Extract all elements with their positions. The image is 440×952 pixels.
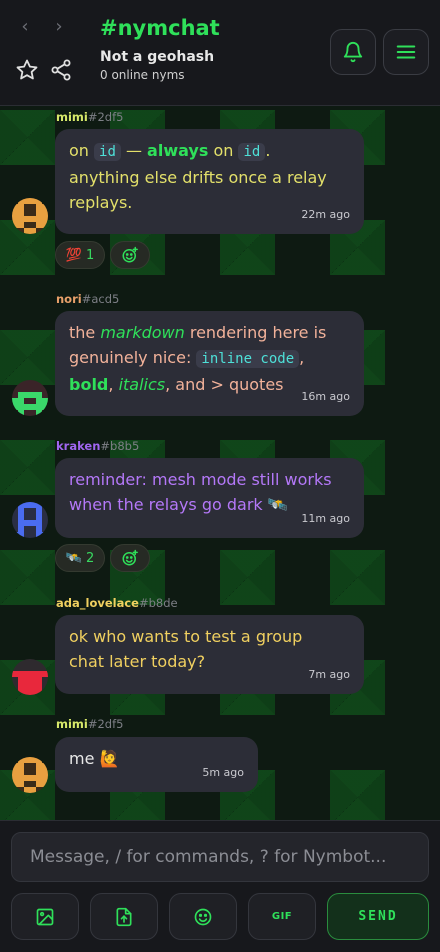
star-icon[interactable] [15, 58, 39, 82]
message-text: anything else drifts once a relay [69, 168, 327, 187]
reaction-count: 1 [86, 247, 95, 263]
reaction-chip[interactable]: 💯 1 [55, 241, 105, 269]
add-reaction-icon [122, 246, 138, 263]
menu-icon [396, 45, 416, 59]
avatar[interactable] [12, 757, 48, 793]
message-bubble[interactable]: reminder: mesh mode still works when the… [55, 458, 364, 538]
message-text: ok who wants to test a group [69, 627, 303, 646]
bell-icon [343, 42, 363, 63]
gif-button[interactable]: GIF [248, 893, 316, 940]
message-timestamp: 7m ago [308, 668, 350, 681]
message-text: on id — always on id. [69, 141, 271, 161]
avatar[interactable] [12, 380, 48, 416]
add-reaction-icon [122, 549, 138, 566]
image-icon [36, 908, 54, 925]
share-icon[interactable] [49, 58, 73, 82]
message-input[interactable] [11, 832, 429, 882]
message-timestamp: 5m ago [202, 766, 244, 779]
avatar[interactable] [12, 198, 48, 234]
add-reaction-button[interactable] [110, 544, 150, 572]
message-author[interactable]: ada_lovelace#b8de [56, 596, 178, 610]
chat-header: ‹ › #nymchat Not a geohash 0 online nyms [0, 0, 440, 106]
channel-title: #nymchat [100, 16, 220, 40]
message-author[interactable]: mimi#2df5 [56, 717, 123, 731]
message-text: the markdown rendering here is [69, 323, 327, 342]
add-reaction-button[interactable] [110, 241, 150, 269]
reaction-emoji: 🛰️ [65, 550, 82, 566]
message-bubble[interactable]: the markdown rendering here is genuinely… [55, 311, 364, 416]
avatar[interactable] [12, 659, 48, 695]
send-button[interactable]: SEND [327, 893, 429, 940]
message-timestamp: 16m ago [301, 390, 350, 403]
message-timestamp: 11m ago [301, 512, 350, 525]
reaction-chip[interactable]: 🛰️ 2 [55, 544, 105, 572]
message-bubble[interactable]: ok who wants to test a group chat later … [55, 615, 364, 694]
message-timestamp: 22m ago [301, 208, 350, 221]
avatar[interactable] [12, 502, 48, 538]
menu-button[interactable] [383, 29, 429, 75]
back-icon[interactable]: ‹ [14, 16, 36, 38]
notifications-button[interactable] [330, 29, 376, 75]
message-bubble[interactable]: on id — always on id. anything else drif… [55, 129, 364, 234]
message-author[interactable]: nori#acd5 [56, 292, 119, 306]
online-count: 0 online nyms [100, 68, 185, 82]
reaction-emoji: 💯 [65, 247, 82, 263]
emoji-icon [194, 908, 212, 925]
forward-icon[interactable]: › [48, 16, 70, 38]
reaction-count: 2 [86, 550, 95, 566]
emoji-button[interactable] [169, 893, 237, 940]
message-author[interactable]: mimi#2df5 [56, 110, 123, 124]
message-bubble[interactable]: me 🙋 5m ago [55, 737, 258, 792]
file-upload-icon [116, 907, 132, 926]
channel-subtitle: Not a geohash [100, 49, 215, 65]
attach-image-button[interactable] [11, 893, 79, 940]
message-text: reminder: mesh mode still works [69, 470, 332, 489]
message-text: genuinely nice: inline code, [69, 348, 305, 368]
attach-file-button[interactable] [90, 893, 158, 940]
message-author[interactable]: kraken#b8b5 [56, 439, 139, 453]
